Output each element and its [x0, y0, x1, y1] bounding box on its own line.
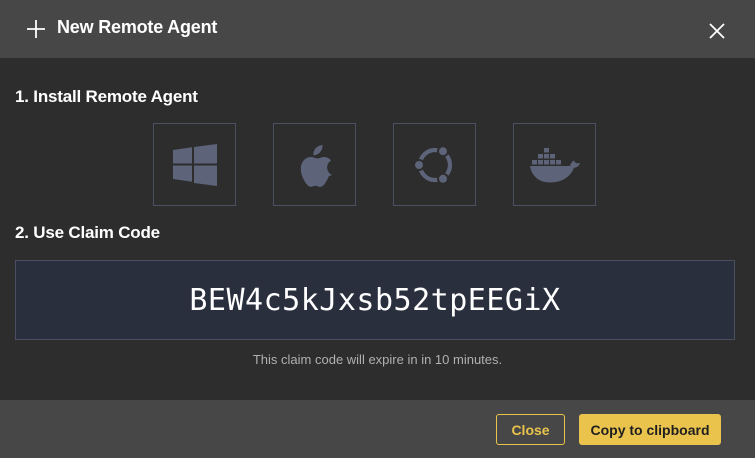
close-button[interactable]: Close: [496, 414, 565, 445]
install-heading: 1. Install Remote Agent: [15, 87, 198, 106]
docker-tile[interactable]: [513, 123, 596, 206]
copy-to-clipboard-button[interactable]: Copy to clipboard: [579, 414, 721, 445]
ubuntu-icon: [412, 144, 452, 185]
macos-tile[interactable]: [273, 123, 356, 206]
claim-code[interactable]: BEW4c5kJxsb52tpEEGiX: [189, 283, 560, 318]
expire-note: This claim code will expire in in 10 min…: [252, 352, 503, 367]
claim-code-box[interactable]: BEW4c5kJxsb52tpEEGiX: [15, 260, 735, 340]
docker-icon: [529, 147, 580, 182]
windows-icon: [172, 143, 217, 186]
dialog-title: New Remote Agent: [57, 17, 218, 37]
plus-icon: [27, 20, 45, 38]
ubuntu-tile[interactable]: [393, 123, 476, 206]
new-remote-agent-dialog: New Remote Agent 1. Install Remote Agent: [0, 0, 755, 458]
close-icon[interactable]: [708, 22, 726, 40]
windows-tile[interactable]: [153, 123, 236, 206]
apple-icon: [300, 144, 332, 187]
claim-heading: 2. Use Claim Code: [15, 223, 160, 242]
dialog-header: New Remote Agent: [0, 0, 755, 58]
dialog-footer: Close Copy to clipboard: [0, 400, 755, 458]
